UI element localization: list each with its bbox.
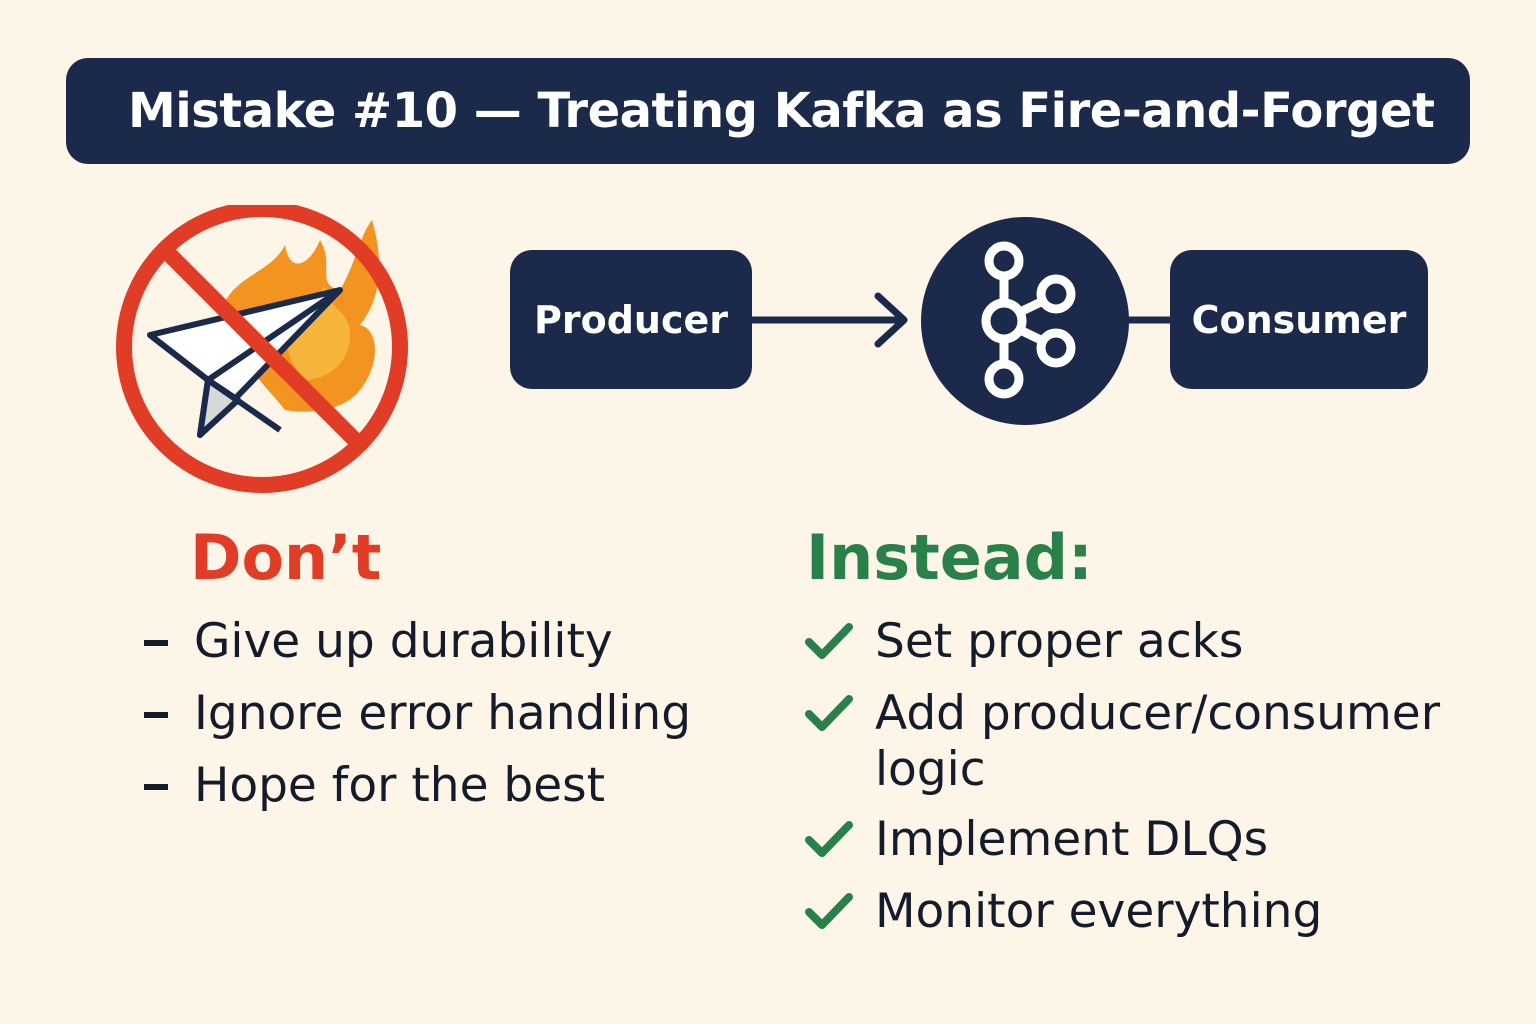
list-item: Add producer/consumer logic	[805, 686, 1475, 812]
list-item: Set proper acks	[805, 614, 1475, 686]
producer-label: Producer	[534, 297, 728, 342]
dont-item-text: Give up durability	[194, 614, 613, 669]
check-icon	[805, 821, 853, 857]
kafka-logo-icon	[921, 217, 1129, 425]
check-icon	[805, 695, 853, 731]
check-icon	[805, 623, 853, 659]
dont-list: Give up durability Ignore error handling…	[144, 614, 692, 830]
instead-item-text: Add producer/consumer logic	[875, 686, 1441, 797]
list-item: Hope for the best	[144, 758, 691, 830]
list-item: Implement DLQs	[805, 812, 1475, 884]
consumer-label: Consumer	[1191, 297, 1407, 342]
instead-heading: Instead:	[806, 521, 1093, 594]
dont-item-text: Ignore error handling	[194, 686, 692, 741]
check-icon	[805, 893, 853, 929]
list-item: Ignore error handling	[144, 686, 692, 758]
instead-list: Set proper acks Add producer/consumer lo…	[805, 614, 1475, 956]
dont-item-text: Hope for the best	[194, 758, 606, 813]
page-title: Mistake #10 — Treating Kafka as Fire-and…	[128, 83, 1435, 139]
no-fire-and-forget-icon	[116, 205, 408, 493]
instead-item-text: Set proper acks	[875, 614, 1244, 669]
consumer-node: Consumer	[1170, 250, 1428, 389]
instead-item-text: Monitor everything	[875, 884, 1323, 939]
list-item: Monitor everything	[805, 884, 1475, 956]
dash-icon	[144, 784, 168, 790]
dash-icon	[144, 712, 168, 718]
list-item: Give up durability	[144, 614, 691, 686]
dash-icon	[144, 640, 168, 646]
title-banner: Mistake #10 — Treating Kafka as Fire-and…	[66, 58, 1470, 164]
producer-node: Producer	[510, 250, 752, 389]
instead-item-text: Implement DLQs	[875, 812, 1269, 867]
dont-heading: Don’t	[190, 521, 382, 594]
